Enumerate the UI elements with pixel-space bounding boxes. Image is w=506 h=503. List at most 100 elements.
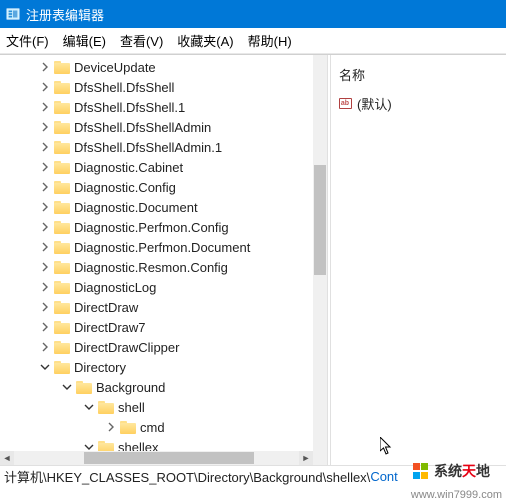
- chevron-right-icon[interactable]: [38, 120, 52, 134]
- tree-item[interactable]: DfsShell.DfsShell.1: [0, 97, 313, 117]
- chevron-right-icon[interactable]: [38, 140, 52, 154]
- chevron-right-icon[interactable]: [38, 280, 52, 294]
- tree-item-label: Directory: [74, 360, 126, 375]
- title-bar[interactable]: 注册表编辑器: [0, 0, 506, 28]
- tree-scrollbar-vertical[interactable]: [313, 55, 327, 451]
- folder-icon: [54, 301, 70, 314]
- tree-item-label: DfsShell.DfsShellAdmin: [74, 120, 211, 135]
- chevron-right-icon[interactable]: [38, 100, 52, 114]
- tree-item-label: cmd: [140, 420, 165, 435]
- folder-icon: [54, 161, 70, 174]
- chevron-right-icon[interactable]: [38, 160, 52, 174]
- chevron-down-icon[interactable]: [82, 440, 96, 451]
- list-item[interactable]: ab(默认): [337, 93, 500, 113]
- tree-item[interactable]: shell: [0, 397, 313, 417]
- folder-icon: [54, 121, 70, 134]
- watermark-url: www.win7999.com: [411, 489, 502, 501]
- menu-bar: 文件(F) 编辑(E) 查看(V) 收藏夹(A) 帮助(H): [0, 28, 506, 54]
- tree-item[interactable]: Directory: [0, 357, 313, 377]
- tree-item[interactable]: DirectDraw7: [0, 317, 313, 337]
- scroll-left-button[interactable]: ◄: [0, 451, 14, 465]
- scroll-right-button[interactable]: ►: [299, 451, 313, 465]
- status-path-tail: Cont: [370, 469, 397, 484]
- folder-icon: [120, 421, 136, 434]
- watermark-brand: 系统天地: [434, 461, 490, 481]
- scroll-h-track[interactable]: [14, 451, 299, 465]
- tree-item-label: shellex: [118, 440, 158, 452]
- chevron-right-icon[interactable]: [38, 200, 52, 214]
- string-value-icon: ab: [337, 95, 353, 111]
- chevron-right-icon[interactable]: [38, 220, 52, 234]
- folder-icon: [54, 341, 70, 354]
- status-bar: 计算机\HKEY_CLASSES_ROOT\Directory\Backgrou…: [0, 465, 506, 487]
- chevron-right-icon[interactable]: [38, 60, 52, 74]
- chevron-down-icon[interactable]: [82, 400, 96, 414]
- tree-item-label: DfsShell.DfsShell: [74, 80, 174, 95]
- scrollbar-thumb[interactable]: [314, 165, 326, 275]
- window-title: 注册表编辑器: [26, 5, 104, 24]
- scrollbar-corner: [313, 451, 327, 465]
- chevron-right-icon[interactable]: [38, 260, 52, 274]
- folder-icon: [54, 61, 70, 74]
- tree-item-label: DeviceUpdate: [74, 60, 156, 75]
- tree-item-label: Background: [96, 380, 165, 395]
- tree-item[interactable]: cmd: [0, 417, 313, 437]
- tree-item[interactable]: DfsShell.DfsShell: [0, 77, 313, 97]
- column-header-name[interactable]: 名称: [337, 61, 500, 89]
- tree-item-label: Diagnostic.Config: [74, 180, 176, 195]
- tree-item-label: DirectDrawClipper: [74, 340, 179, 355]
- tree-scrollbar-horizontal[interactable]: ◄ ►: [0, 451, 313, 465]
- folder-icon: [54, 261, 70, 274]
- tree-item[interactable]: DeviceUpdate: [0, 57, 313, 77]
- tree-item[interactable]: Diagnostic.Perfmon.Config: [0, 217, 313, 237]
- chevron-right-icon[interactable]: [38, 340, 52, 354]
- tree-item[interactable]: Diagnostic.Cabinet: [0, 157, 313, 177]
- tree-view[interactable]: DeviceUpdate DfsShell.DfsShell DfsShell.Df…: [0, 55, 313, 451]
- tree-item[interactable]: DirectDrawClipper: [0, 337, 313, 357]
- folder-icon: [54, 241, 70, 254]
- folder-icon: [76, 381, 92, 394]
- tree-item[interactable]: DfsShell.DfsShellAdmin: [0, 117, 313, 137]
- menu-edit[interactable]: 编辑(E): [63, 31, 106, 50]
- tree-item-label: DfsShell.DfsShellAdmin.1: [74, 140, 222, 155]
- tree-item-label: Diagnostic.Perfmon.Config: [74, 220, 229, 235]
- tree-item[interactable]: DiagnosticLog: [0, 277, 313, 297]
- tree-item[interactable]: Diagnostic.Config: [0, 177, 313, 197]
- folder-icon: [98, 441, 114, 452]
- folder-icon: [98, 401, 114, 414]
- tree-item[interactable]: DfsShell.DfsShellAdmin.1: [0, 137, 313, 157]
- folder-icon: [54, 101, 70, 114]
- scrollbar-thumb[interactable]: [84, 452, 254, 464]
- chevron-right-icon[interactable]: [38, 320, 52, 334]
- tree-item[interactable]: Diagnostic.Resmon.Config: [0, 257, 313, 277]
- tree-item-label: DirectDraw7: [74, 320, 146, 335]
- menu-view[interactable]: 查看(V): [120, 31, 163, 50]
- chevron-right-icon[interactable]: [38, 300, 52, 314]
- chevron-right-icon[interactable]: [38, 80, 52, 94]
- chevron-right-icon[interactable]: [104, 420, 118, 434]
- list-item-label: (默认): [357, 94, 392, 113]
- tree-item[interactable]: Diagnostic.Document: [0, 197, 313, 217]
- menu-file[interactable]: 文件(F): [6, 31, 49, 50]
- tree-item-label: Diagnostic.Perfmon.Document: [74, 240, 250, 255]
- tree-item[interactable]: Background: [0, 377, 313, 397]
- chevron-right-icon[interactable]: [38, 240, 52, 254]
- tree-item[interactable]: Diagnostic.Perfmon.Document: [0, 237, 313, 257]
- tree-item-label: Diagnostic.Resmon.Config: [74, 260, 228, 275]
- folder-icon: [54, 201, 70, 214]
- menu-help[interactable]: 帮助(H): [248, 31, 292, 50]
- chevron-right-icon[interactable]: [38, 180, 52, 194]
- menu-favorites[interactable]: 收藏夹(A): [177, 31, 233, 50]
- tree-item-label: Diagnostic.Cabinet: [74, 160, 183, 175]
- chevron-down-icon[interactable]: [38, 360, 52, 374]
- folder-icon: [54, 281, 70, 294]
- chevron-down-icon[interactable]: [60, 380, 74, 394]
- tree-item-label: DirectDraw: [74, 300, 138, 315]
- tree-item[interactable]: DirectDraw: [0, 297, 313, 317]
- folder-icon: [54, 141, 70, 154]
- list-pane[interactable]: 名称 ab(默认): [331, 55, 506, 465]
- tree-item[interactable]: shellex: [0, 437, 313, 451]
- folder-icon: [54, 221, 70, 234]
- client-area: DeviceUpdate DfsShell.DfsShell DfsShell.Df…: [0, 54, 506, 465]
- tree-item-label: shell: [118, 400, 145, 415]
